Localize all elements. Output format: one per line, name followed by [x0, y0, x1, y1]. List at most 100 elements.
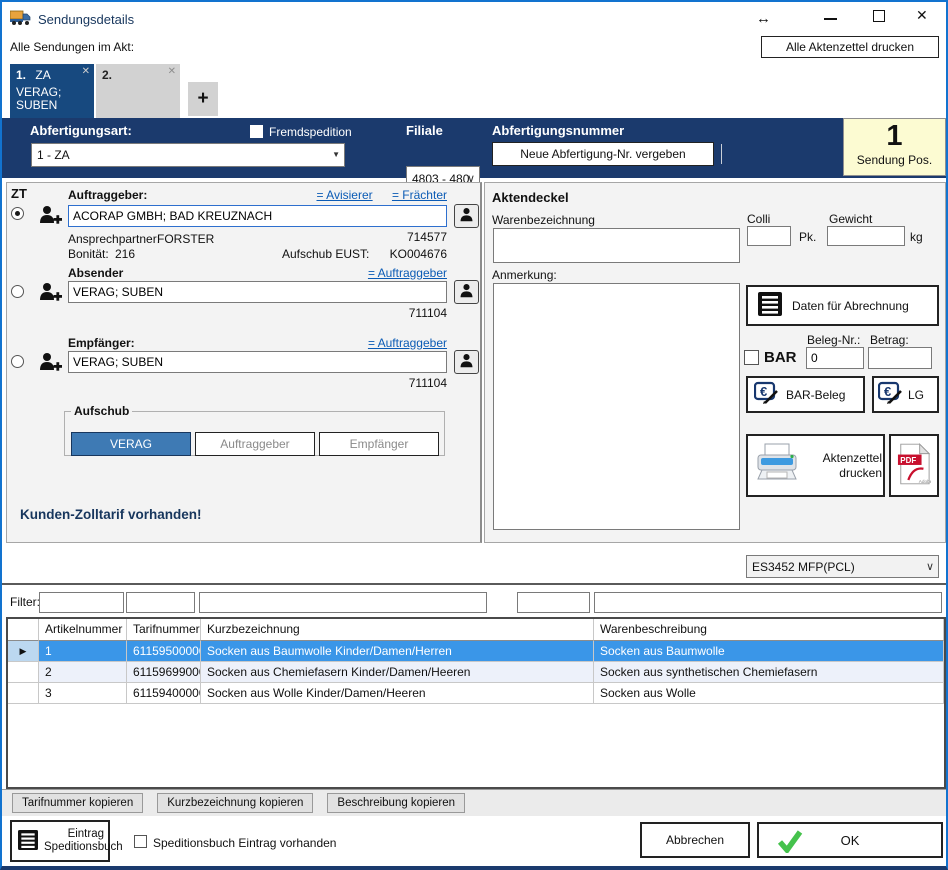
colli-unit: Pk. — [799, 230, 816, 244]
zt-radio-empfaenger[interactable] — [11, 355, 24, 368]
bar-checkbox[interactable] — [744, 350, 759, 365]
kunden-zolltarif-note: Kunden-Zolltarif vorhanden! — [20, 507, 202, 522]
auftraggeber-label: Auftraggeber: — [68, 188, 147, 202]
euro-receipt-icon: € — [754, 381, 780, 408]
bonitaet-value: 216 — [115, 247, 135, 261]
person-add-icon[interactable] — [38, 352, 62, 375]
gewicht-input[interactable] — [827, 226, 905, 246]
sendungsdetails-window: Sendungsdetails ↔ ✕ Alle Sendungen im Ak… — [0, 0, 948, 870]
anmerkung-textarea[interactable] — [493, 283, 740, 530]
sendung-pos-counter: 1 Sendung Pos. — [843, 118, 946, 176]
aktenzettel-drucken-button[interactable]: Aktenzettel drucken — [746, 434, 885, 497]
empfaenger-label: Empfänger: — [68, 336, 135, 350]
copy-buttons-bar: Tarifnummer kopieren Kurzbezeichnung kop… — [2, 789, 946, 816]
zt-radio-auftraggeber[interactable] — [11, 207, 24, 220]
betrag-label: Betrag: — [870, 333, 909, 347]
person-icon — [458, 206, 475, 226]
warenbezeichnung-label: Warenbezeichnung — [492, 213, 595, 227]
sendung-pos-label: Sendung Pos. — [844, 153, 945, 167]
euro-receipt-icon: € — [878, 381, 904, 408]
table-row[interactable]: 3 61159400000 Socken aus Wolle Kinder/Da… — [8, 683, 944, 704]
filter-input-warenbeschreibung[interactable] — [594, 592, 942, 613]
table-row[interactable]: 2 61159699000 Socken aus Chemiefasern Ki… — [8, 662, 944, 683]
tab1-close-icon[interactable]: ✕ — [82, 66, 90, 77]
col-header-artikelnummer[interactable]: Artikelnummer — [39, 619, 127, 641]
chevron-down-icon: ▼ — [332, 150, 340, 159]
neue-abfertigungsnr-button[interactable]: Neue Abfertigung-Nr. vergeben — [492, 142, 714, 166]
add-shipment-tab-button[interactable]: + — [188, 82, 218, 116]
svg-text:€: € — [884, 384, 891, 399]
truck-icon — [10, 9, 32, 30]
zt-radio-absender[interactable] — [11, 285, 24, 298]
empfaenger-contact-button[interactable] — [454, 350, 479, 374]
copy-beschreibung-button[interactable]: Beschreibung kopieren — [327, 793, 465, 813]
filter-input-extra[interactable] — [517, 592, 590, 613]
person-add-icon[interactable] — [38, 205, 62, 228]
grid-corner — [8, 619, 39, 641]
filter-input-artikelnummer[interactable] — [39, 592, 124, 613]
filter-input-kurzbezeichnung[interactable] — [199, 592, 487, 613]
absender-link-auftraggeber[interactable]: = Auftraggeber — [347, 266, 447, 280]
filiale-label: Filiale — [406, 123, 443, 138]
empfaenger-link-auftraggeber[interactable]: = Auftraggeber — [347, 336, 447, 350]
abfertigungsart-select[interactable]: 1 - ZA ▼ — [31, 143, 345, 167]
eintrag-speditionsbuch-button[interactable]: Eintrag Speditionsbuch — [10, 820, 110, 862]
minimize-icon[interactable] — [824, 18, 837, 20]
person-icon — [458, 352, 475, 372]
anmerkung-label: Anmerkung: — [492, 268, 557, 282]
divider — [2, 583, 946, 585]
colli-input[interactable] — [747, 226, 791, 246]
speditionsbuch-checkbox[interactable] — [134, 835, 147, 848]
link-fraechter[interactable]: = Frächter — [392, 188, 447, 202]
absender-contact-button[interactable] — [454, 280, 479, 304]
tab2-close-icon[interactable]: ✕ — [168, 66, 176, 77]
beleg-nr-input[interactable] — [806, 347, 864, 369]
zt-column-label: ZT — [11, 186, 27, 201]
ok-button[interactable]: OK — [757, 822, 943, 858]
person-add-icon[interactable] — [38, 282, 62, 305]
bar-beleg-button[interactable]: € BAR-Beleg — [746, 376, 865, 413]
tab-shipment-2[interactable]: 2. ✕ — [96, 64, 180, 118]
auftraggeber-contact-button[interactable] — [454, 204, 479, 228]
filter-input-tarifnummer[interactable] — [126, 592, 195, 613]
list-icon — [18, 830, 38, 853]
all-shipments-label: Alle Sendungen im Akt: — [10, 40, 134, 54]
copy-tarifnummer-button[interactable]: Tarifnummer kopieren — [12, 793, 143, 813]
person-icon — [458, 282, 475, 302]
bonitaet-label: Bonität: — [68, 247, 109, 261]
tab-shipment-1[interactable]: 1. ZA VERAG; SUBEN ✕ — [10, 64, 94, 118]
gewicht-unit: kg — [910, 230, 923, 244]
printer-select[interactable]: ES3452 MFP(PCL) ∨ — [746, 555, 939, 578]
tab1-number: 1. — [16, 68, 26, 82]
printer-icon — [754, 442, 800, 489]
betrag-input[interactable] — [868, 347, 932, 369]
auftraggeber-input[interactable] — [68, 205, 447, 227]
empfaenger-input[interactable] — [68, 351, 447, 373]
col-header-kurzbezeichnung[interactable]: Kurzbezeichnung — [201, 619, 594, 641]
maximize-icon[interactable] — [873, 10, 885, 22]
sendung-count: 1 — [844, 119, 945, 153]
warenbezeichnung-textarea[interactable] — [493, 228, 740, 263]
lg-button[interactable]: € LG — [872, 376, 939, 413]
col-header-tarifnummer[interactable]: Tarifnummer — [127, 619, 201, 641]
link-avisierer[interactable]: = Avisierer — [316, 188, 372, 202]
table-row[interactable]: ▶ 1 61159500000 Socken aus Baumwolle Kin… — [8, 641, 944, 662]
fremdspedition-label: Fremdspedition — [269, 125, 352, 139]
abfertigungsart-label: Abfertigungsart: — [30, 123, 132, 138]
aufschub-label: Aufschub — [71, 404, 132, 418]
resize-arrows-icon[interactable]: ↔ — [756, 10, 771, 27]
copy-kurzbezeichnung-button[interactable]: Kurzbezeichnung kopieren — [157, 793, 313, 813]
svg-text:Adobe: Adobe — [919, 479, 931, 485]
aufschub-verag-button[interactable]: VERAG — [71, 432, 191, 456]
aufschub-empfaenger-button[interactable]: Empfänger — [319, 432, 439, 456]
col-header-warenbeschreibung[interactable]: Warenbeschreibung — [594, 619, 944, 641]
close-icon[interactable]: ✕ — [916, 7, 928, 24]
aufschub-auftraggeber-button[interactable]: Auftraggeber — [195, 432, 315, 456]
fremdspedition-checkbox[interactable] — [250, 125, 263, 138]
absender-input[interactable] — [68, 281, 447, 303]
pdf-button[interactable]: PDF Adobe — [889, 434, 939, 497]
print-all-aktenzettel-button[interactable]: Alle Aktenzettel drucken — [761, 36, 939, 58]
check-icon — [777, 829, 803, 856]
abbrechen-button[interactable]: Abbrechen — [640, 822, 750, 858]
daten-fuer-abrechnung-button[interactable]: Daten für Abrechnung — [746, 285, 939, 326]
